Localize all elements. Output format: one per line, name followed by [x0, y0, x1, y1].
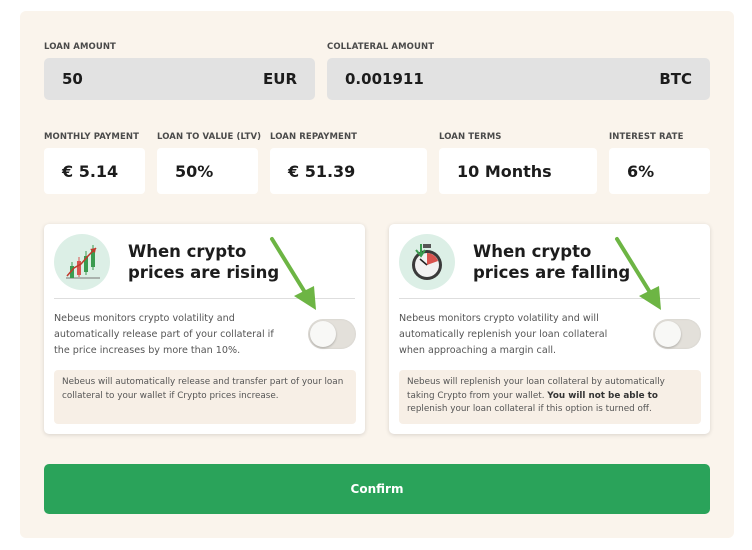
rising-release-toggle[interactable]	[308, 319, 356, 349]
falling-replenish-toggle[interactable]	[653, 319, 701, 349]
rising-prices-card: When crypto prices are rising Nebeus mon…	[44, 224, 365, 434]
stopwatch-icon	[399, 234, 455, 290]
ltv-label: LOAN TO VALUE (LTV)	[157, 132, 262, 142]
loan-terms-value: 10 Months	[457, 162, 552, 181]
loan-terms-box: 10 Months	[439, 148, 597, 194]
loan-amount-currency: EUR	[263, 70, 297, 88]
toggle-knob	[310, 321, 336, 347]
confirm-button[interactable]: Confirm	[44, 464, 710, 514]
loan-amount-label: LOAN AMOUNT	[44, 42, 116, 52]
loan-amount-value: 50	[62, 70, 83, 88]
ltv-value: 50%	[175, 162, 214, 181]
collateral-amount-field[interactable]: 0.001911 BTC	[327, 58, 710, 100]
interest-rate-box: 6%	[609, 148, 710, 194]
ltv-box: 50%	[157, 148, 258, 194]
loan-amount-field[interactable]: 50 EUR	[44, 58, 315, 100]
falling-note-text-end: replenish your loan collateral if this o…	[407, 404, 652, 414]
loan-repayment-box: € 51.39	[270, 148, 427, 194]
loan-repayment-value: € 51.39	[288, 162, 356, 181]
rising-card-title: When crypto prices are rising	[128, 242, 280, 282]
falling-prices-card: When crypto prices are falling Nebeus mo…	[389, 224, 710, 434]
rising-chart-icon	[54, 234, 110, 290]
collateral-amount-currency: BTC	[659, 70, 692, 88]
green-arrow-icon	[270, 237, 316, 310]
interest-rate-value: 6%	[627, 162, 655, 181]
falling-note-bold: You will not be able to	[547, 390, 658, 401]
green-arrow-icon	[615, 237, 661, 310]
monthly-payment-label: MONTHLY PAYMENT	[44, 132, 139, 142]
rising-card-note: Nebeus will automatically release and tr…	[54, 370, 356, 424]
toggle-knob	[655, 321, 681, 347]
rising-card-description: Nebeus monitors crypto volatility and au…	[54, 313, 274, 356]
monthly-payment-box: € 5.14	[44, 148, 145, 194]
monthly-payment-value: € 5.14	[62, 162, 119, 181]
falling-card-description: Nebeus monitors crypto volatility and wi…	[399, 313, 608, 356]
collateral-amount-value: 0.001911	[345, 70, 424, 88]
loan-terms-label: LOAN TERMS	[439, 132, 502, 142]
falling-card-title: When crypto prices are falling	[473, 242, 631, 282]
falling-card-note: Nebeus will replenish your loan collater…	[399, 370, 701, 424]
loan-repayment-label: LOAN REPAYMENT	[270, 132, 358, 142]
collateral-amount-label: COLLATERAL AMOUNT	[327, 42, 435, 52]
interest-rate-label: INTEREST RATE	[609, 132, 684, 142]
